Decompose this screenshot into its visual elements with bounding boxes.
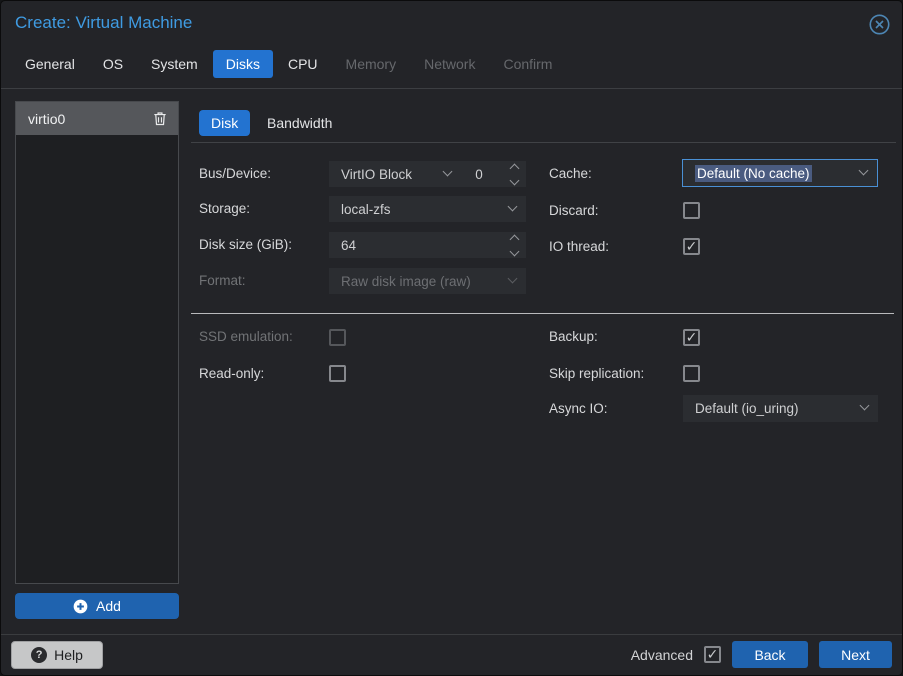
spinner-up-icon[interactable] [510, 164, 520, 174]
tab-network: Network [411, 50, 488, 78]
wizard-tab-bar: General OS System Disks CPU Memory Netwo… [12, 50, 565, 78]
ssd-emulation-checkbox [329, 329, 346, 346]
spinner-up-icon[interactable] [510, 235, 520, 245]
dialog-title: Create: Virtual Machine [15, 13, 192, 33]
tab-cpu[interactable]: CPU [275, 50, 331, 78]
io-thread-label: IO thread: [549, 234, 609, 260]
bus-index-spinner[interactable] [511, 165, 518, 184]
bus-device-label: Bus/Device: [199, 161, 271, 187]
close-icon[interactable] [869, 14, 890, 35]
check-icon: ✓ [707, 648, 719, 661]
chevron-down-icon[interactable] [859, 166, 869, 176]
tab-confirm: Confirm [490, 50, 565, 78]
help-button[interactable]: ? Help [11, 641, 103, 669]
disk-list-panel: virtio0 [15, 101, 179, 584]
subtab-divider [191, 142, 896, 143]
ssd-emulation-label: SSD emulation: [199, 324, 293, 350]
disk-list-item-virtio0[interactable]: virtio0 [16, 102, 178, 135]
chevron-down-icon[interactable] [860, 401, 870, 411]
read-only-checkbox[interactable] [329, 365, 346, 382]
backup-checkbox[interactable]: ✓ [683, 329, 700, 346]
cache-label: Cache: [549, 161, 592, 187]
storage-label: Storage: [199, 196, 250, 222]
skip-replication-label: Skip replication: [549, 361, 644, 387]
footer-divider [1, 634, 903, 635]
cache-combo[interactable]: Default (No cache) [682, 159, 878, 187]
storage-combo[interactable]: local-zfs [329, 196, 526, 222]
backup-label: Backup: [549, 324, 598, 350]
tab-general[interactable]: General [12, 50, 88, 78]
tab-os[interactable]: OS [90, 50, 136, 78]
check-icon: ✓ [686, 240, 698, 253]
async-io-combo[interactable]: Default (io_uring) [683, 395, 878, 422]
chevron-down-icon[interactable] [443, 167, 453, 177]
disk-size-spinner[interactable] [511, 236, 518, 255]
chevron-down-icon [508, 274, 518, 284]
bus-device-value: VirtIO Block [341, 167, 412, 182]
read-only-label: Read-only: [199, 361, 264, 387]
add-button-label: Add [96, 598, 121, 614]
discard-checkbox[interactable] [683, 202, 700, 219]
discard-label: Discard: [549, 198, 599, 224]
plus-icon [73, 599, 88, 614]
disk-item-label: virtio0 [28, 111, 65, 127]
back-button[interactable]: Back [732, 641, 808, 668]
advanced-checkbox[interactable]: ✓ [704, 646, 721, 663]
async-io-value: Default (io_uring) [695, 401, 799, 416]
question-icon: ? [31, 647, 47, 663]
header-divider [1, 88, 903, 89]
next-button[interactable]: Next [819, 641, 892, 668]
help-button-label: Help [54, 647, 83, 663]
trash-icon[interactable] [152, 111, 168, 127]
disk-size-value: 64 [341, 238, 356, 253]
advanced-label: Advanced [631, 647, 693, 663]
chevron-down-icon[interactable] [508, 202, 518, 212]
async-io-label: Async IO: [549, 396, 608, 422]
disk-size-spinner-field[interactable]: 64 [329, 232, 526, 258]
subtab-disk[interactable]: Disk [199, 110, 250, 136]
add-disk-button[interactable]: Add [15, 593, 179, 619]
tab-memory: Memory [333, 50, 410, 78]
storage-value: local-zfs [341, 202, 391, 217]
format-combo: Raw disk image (raw) [329, 268, 526, 294]
bus-device-index[interactable]: 0 [459, 167, 499, 182]
format-value: Raw disk image (raw) [341, 274, 471, 289]
check-icon: ✓ [686, 331, 698, 344]
tab-system[interactable]: System [138, 50, 211, 78]
bus-device-combo[interactable]: VirtIO Block 0 [329, 161, 526, 187]
spinner-down-icon[interactable] [510, 176, 520, 186]
subtab-bandwidth[interactable]: Bandwidth [255, 110, 344, 136]
tab-disks[interactable]: Disks [213, 50, 273, 78]
create-vm-dialog: Create: Virtual Machine General OS Syste… [0, 0, 903, 676]
io-thread-checkbox[interactable]: ✓ [683, 238, 700, 255]
cache-value: Default (No cache) [695, 165, 812, 182]
skip-replication-checkbox[interactable] [683, 365, 700, 382]
spinner-down-icon[interactable] [510, 247, 520, 257]
disk-size-label: Disk size (GiB): [199, 232, 292, 258]
format-label: Format: [199, 268, 246, 294]
footer-actions: Advanced ✓ Back Next [631, 641, 892, 668]
advanced-section-divider [191, 313, 894, 314]
